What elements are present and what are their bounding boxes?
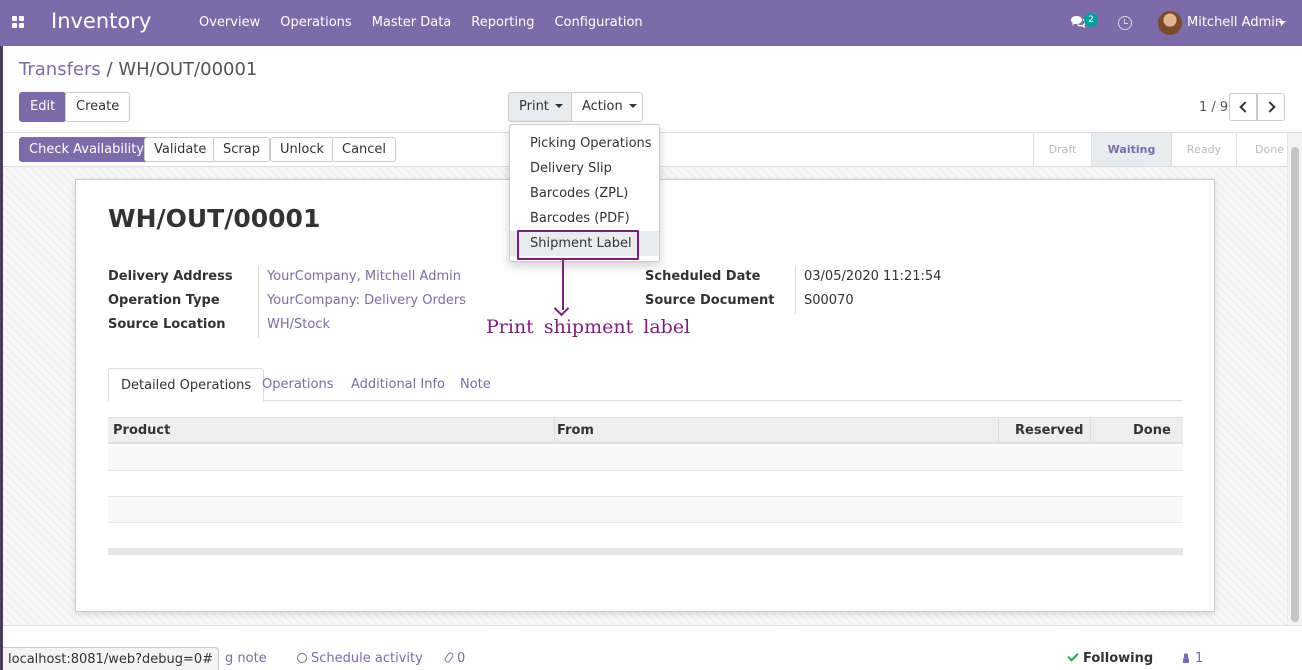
column-reserved[interactable]: Reserved xyxy=(1015,418,1083,443)
followers-count: 1 xyxy=(1195,651,1204,666)
action-dropdown-button[interactable]: Action xyxy=(571,92,643,122)
attachments-button[interactable]: 0 xyxy=(443,651,466,666)
print-item-picking-operations[interactable]: Picking Operations xyxy=(510,131,659,156)
user-caret-down-icon[interactable] xyxy=(1278,21,1286,25)
action-caret-down-icon xyxy=(628,104,637,108)
following-label: Following xyxy=(1083,651,1154,666)
followers-button[interactable]: 1 xyxy=(1182,651,1203,666)
apps-grid-icon[interactable] xyxy=(12,16,25,29)
attachments-count: 0 xyxy=(457,651,466,666)
column-separator xyxy=(998,418,999,443)
log-note-button[interactable]: g note xyxy=(225,651,267,666)
validate-button[interactable]: Validate xyxy=(144,137,217,162)
scrollbar-thumb[interactable] xyxy=(1291,147,1299,622)
delivery-address-label: Delivery Address xyxy=(108,269,233,284)
status-draft: Draft xyxy=(1033,133,1091,166)
menu-operations[interactable]: Operations xyxy=(270,0,361,46)
menu-reporting[interactable]: Reporting xyxy=(461,0,544,46)
breadcrumb: Transfers / WH/OUT/00001 xyxy=(19,59,257,80)
table-footer xyxy=(108,549,1183,555)
source-location-label: Source Location xyxy=(108,317,226,332)
tab-detailed-operations[interactable]: Detailed Operations xyxy=(108,368,265,402)
notebook-tabs: Detailed Operations Operations Additiona… xyxy=(108,368,1183,402)
shipment-label-highlight-box xyxy=(517,230,639,260)
check-icon xyxy=(1067,650,1079,662)
table-row xyxy=(108,497,1183,523)
create-button[interactable]: Create xyxy=(65,92,131,122)
pager-previous-button[interactable] xyxy=(1229,93,1257,121)
user-avatar[interactable] xyxy=(1158,11,1182,35)
menu-overview[interactable]: Overview xyxy=(189,0,270,46)
check-availability-button[interactable]: Check Availability xyxy=(19,137,154,162)
source-document-value: S00070 xyxy=(804,293,854,308)
clock-icon xyxy=(297,653,307,663)
paperclip-icon xyxy=(443,651,455,664)
table-row xyxy=(108,445,1183,471)
app-brand[interactable]: Inventory xyxy=(51,9,151,33)
schedule-activity-label: Schedule activity xyxy=(311,651,423,666)
status-url-tooltip: localhost:8081/web?debug=0# xyxy=(3,647,220,670)
breadcrumb-transfers-link[interactable]: Transfers xyxy=(19,59,101,80)
schedule-activity-button[interactable]: Schedule activity xyxy=(297,651,423,666)
tab-additional-info[interactable]: Additional Info xyxy=(339,368,457,401)
table-row xyxy=(108,523,1183,549)
cancel-button[interactable]: Cancel xyxy=(332,137,397,162)
print-item-delivery-slip[interactable]: Delivery Slip xyxy=(510,156,659,181)
menu-configuration[interactable]: Configuration xyxy=(544,0,652,46)
status-waiting: Waiting xyxy=(1091,133,1171,166)
print-dropdown-button[interactable]: Print xyxy=(508,92,572,122)
user-menu-name[interactable]: Mitchell Admin xyxy=(1187,15,1283,30)
chevron-right-icon xyxy=(1264,101,1276,113)
vertical-scrollbar[interactable] xyxy=(1287,133,1302,625)
annotation-text: Print shipment label xyxy=(486,316,691,338)
unlock-button[interactable]: Unlock xyxy=(270,137,334,162)
print-button-label: Print xyxy=(519,99,549,114)
print-item-barcodes-zpl[interactable]: Barcodes (ZPL) xyxy=(510,181,659,206)
column-done[interactable]: Done xyxy=(1133,418,1171,443)
table-header: Product From Reserved Done xyxy=(108,417,1183,444)
column-product[interactable]: Product xyxy=(113,418,170,443)
left-fields-separator xyxy=(258,266,259,338)
operation-type-label: Operation Type xyxy=(108,293,220,308)
record-title: WH/OUT/00001 xyxy=(108,204,321,233)
right-fields-separator xyxy=(795,266,796,314)
print-item-barcodes-pdf[interactable]: Barcodes (PDF) xyxy=(510,206,659,231)
following-button[interactable]: Following xyxy=(1067,650,1154,666)
top-navbar: Inventory Overview Operations Master Dat… xyxy=(0,0,1302,46)
column-separator xyxy=(1090,418,1091,443)
pager-next-button[interactable] xyxy=(1257,93,1285,121)
activity-clock-icon[interactable] xyxy=(1118,16,1132,30)
menu-master-data[interactable]: Master Data xyxy=(362,0,462,46)
scheduled-date-label: Scheduled Date xyxy=(645,269,761,284)
action-button-label: Action xyxy=(582,99,623,114)
chat-count-badge: 2 xyxy=(1084,13,1098,27)
column-separator xyxy=(554,418,555,443)
chevron-left-icon xyxy=(1239,101,1251,113)
table-row xyxy=(108,471,1183,497)
print-caret-down-icon xyxy=(554,104,563,108)
pager-value[interactable]: 1 / 9 xyxy=(1199,100,1228,115)
operation-type-value[interactable]: YourCompany: Delivery Orders xyxy=(267,293,466,308)
breadcrumb-current: WH/OUT/00001 xyxy=(118,59,258,80)
scrap-button[interactable]: Scrap xyxy=(213,137,270,162)
source-document-label: Source Document xyxy=(645,293,775,308)
tab-note[interactable]: Note xyxy=(448,368,503,401)
tab-operations[interactable]: Operations xyxy=(250,368,345,401)
breadcrumb-separator: / xyxy=(106,59,113,80)
delivery-address-value[interactable]: YourCompany, Mitchell Admin xyxy=(267,269,461,284)
main-menu: Overview Operations Master Data Reportin… xyxy=(189,0,653,46)
status-ready: Ready xyxy=(1171,133,1236,166)
edit-button[interactable]: Edit xyxy=(19,92,67,122)
scheduled-date-value: 03/05/2020 11:21:54 xyxy=(804,269,942,284)
user-icon xyxy=(1182,653,1190,663)
status-pipeline: Draft Waiting Ready Done xyxy=(1033,133,1302,166)
column-from[interactable]: From xyxy=(557,418,594,443)
source-location-value[interactable]: WH/Stock xyxy=(267,317,330,332)
